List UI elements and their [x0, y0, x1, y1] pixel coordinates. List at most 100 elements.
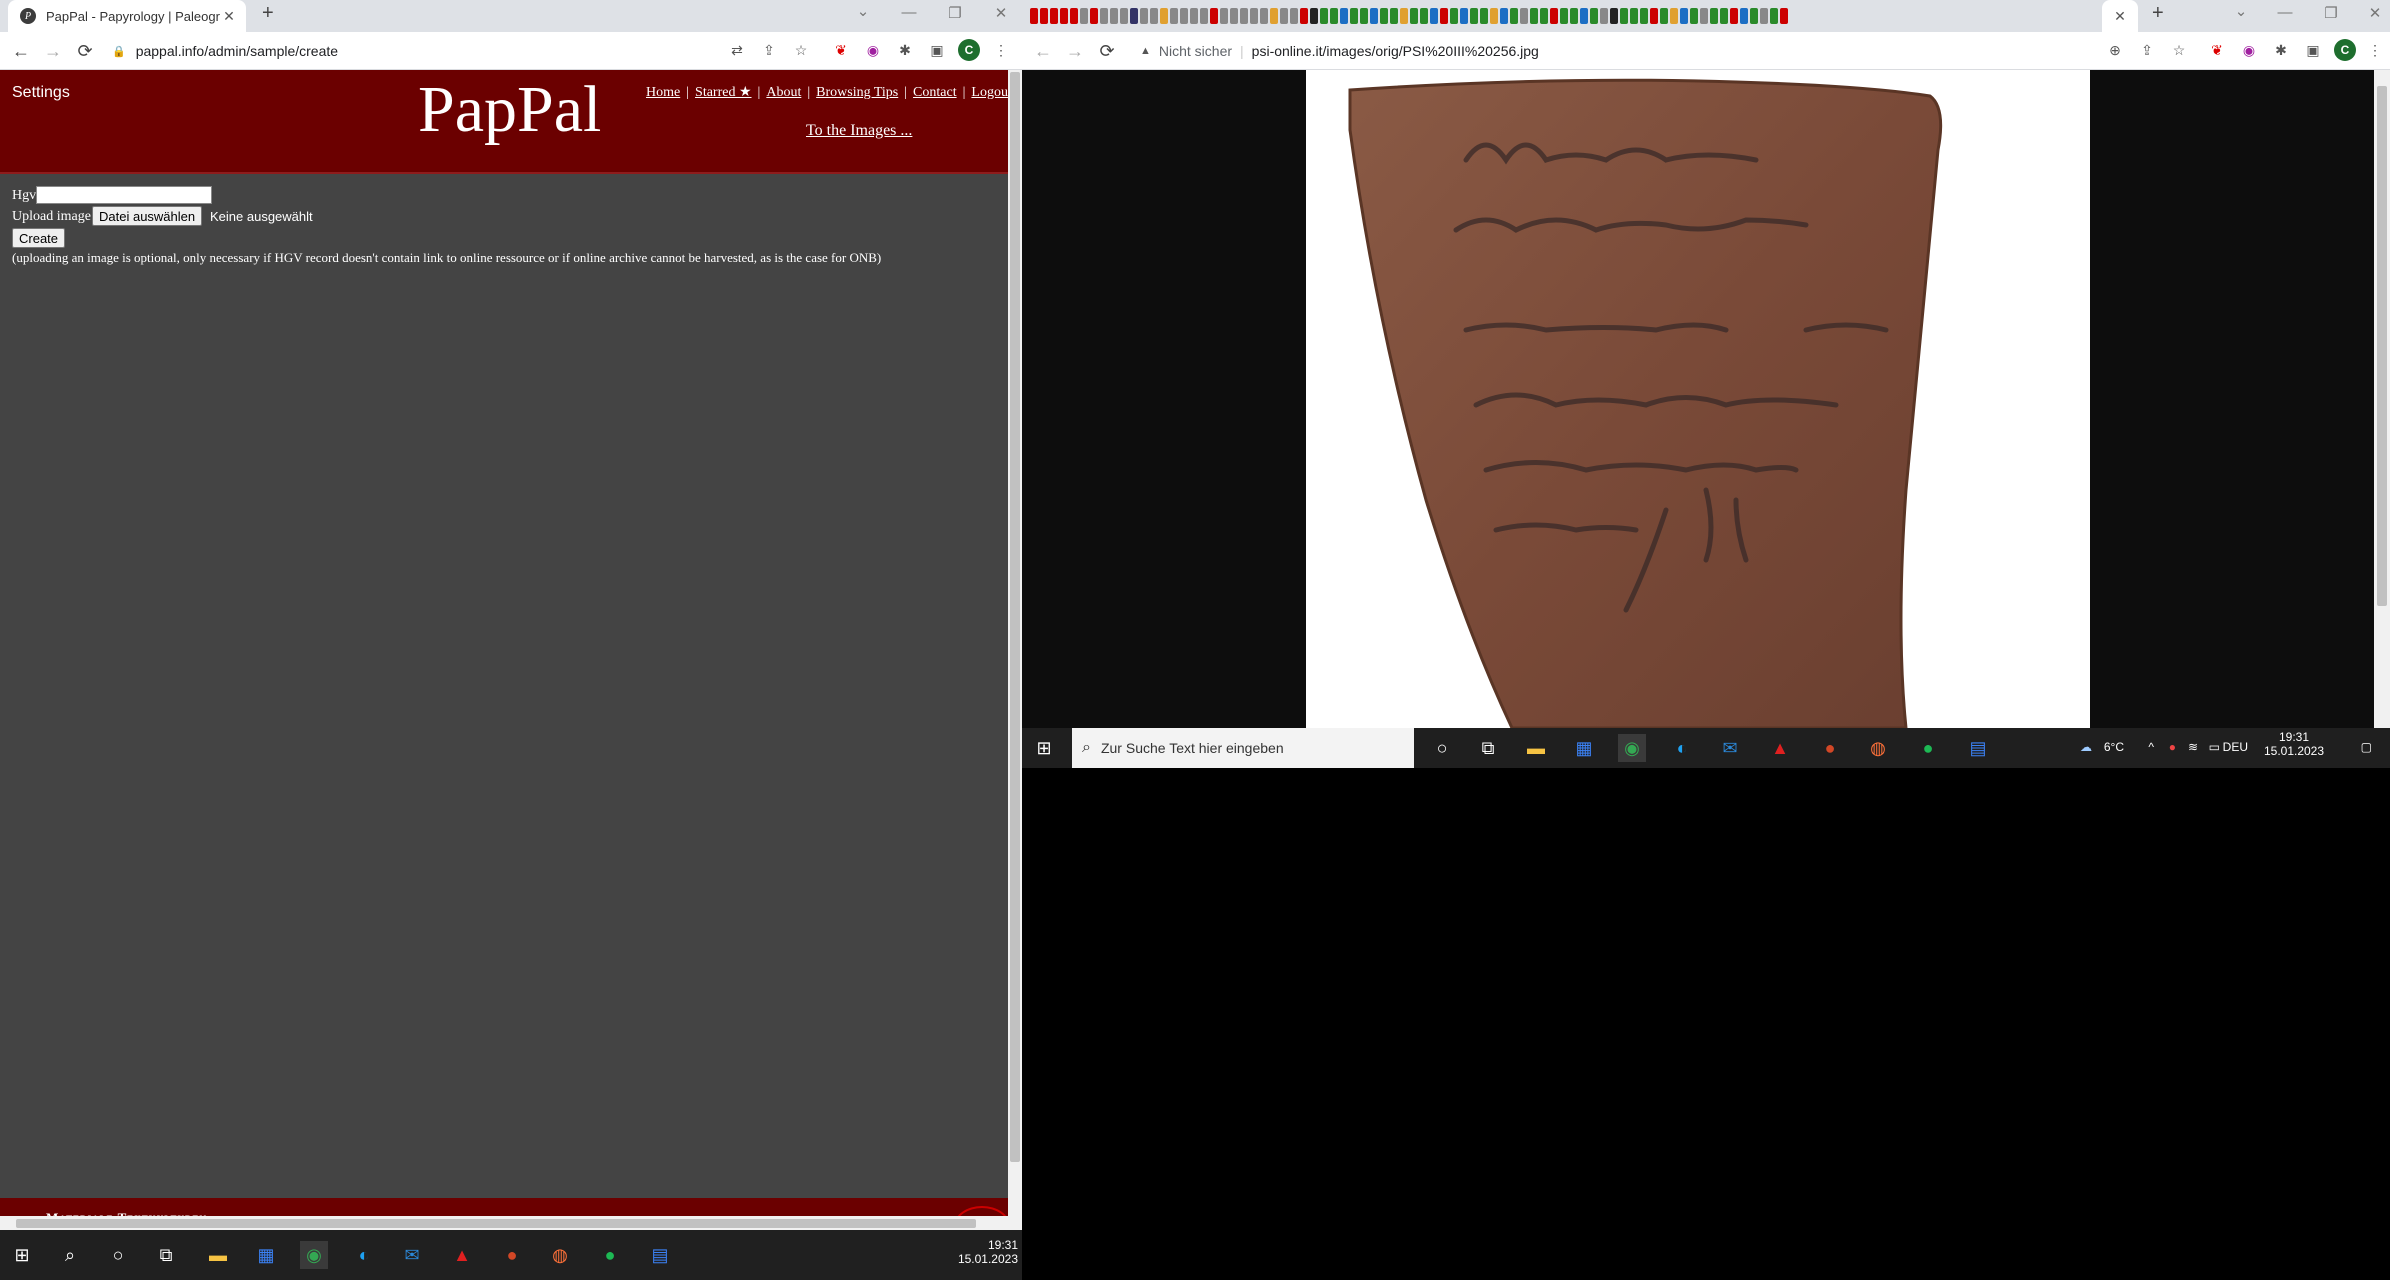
nav-logout[interactable]: Logou: [971, 85, 1008, 100]
create-button[interactable]: Create: [12, 228, 66, 248]
taskbar-search-icon[interactable]: ⌕: [56, 1241, 84, 1269]
tray-chevron-icon[interactable]: ^: [2140, 740, 2154, 754]
store-icon[interactable]: ▦: [252, 1241, 280, 1269]
forward-icon[interactable]: →: [40, 38, 66, 64]
battery-icon[interactable]: ▭: [2202, 740, 2220, 754]
window-close-icon[interactable]: ✕: [988, 4, 1014, 22]
tab-search-chevron-icon[interactable]: ⌄: [850, 2, 876, 20]
profile-avatar[interactable]: C: [958, 39, 980, 61]
nav-about[interactable]: About: [766, 85, 801, 100]
right-edge-icon[interactable]: ◐: [1668, 734, 1696, 762]
right-new-tab-icon[interactable]: +: [2152, 2, 2164, 25]
right-photos-icon[interactable]: ▤: [1964, 734, 1992, 762]
photos-icon[interactable]: ▤: [646, 1241, 674, 1269]
right-window-close-icon[interactable]: ✕: [2362, 4, 2388, 22]
network-icon[interactable]: ≋: [2182, 740, 2198, 754]
tray-app-icon[interactable]: ●: [2160, 740, 2176, 754]
right-chrome-icon[interactable]: ◉: [1618, 734, 1646, 762]
right-spotify-icon[interactable]: ●: [1914, 734, 1942, 762]
restore-icon[interactable]: ❐: [942, 4, 968, 22]
firefox-icon[interactable]: ◍: [546, 1241, 574, 1269]
reload-icon[interactable]: ⟳: [72, 38, 98, 64]
right-address-text: psi-online.it/images/orig/PSI%20III%2025…: [1251, 43, 1539, 59]
acrobat-icon[interactable]: ▲: [448, 1241, 476, 1269]
nav-starred[interactable]: Starred ★: [695, 85, 751, 100]
extension-red-icon[interactable]: ❦: [830, 39, 852, 61]
right-share-icon[interactable]: ⇪: [2136, 39, 2158, 61]
left-clock[interactable]: 19:31 15.01.2023: [940, 1238, 1018, 1266]
ostracon-image[interactable]: [1306, 70, 2090, 728]
address-bar[interactable]: 🔒 pappal.info/admin/sample/create: [112, 37, 712, 65]
right-restore-icon[interactable]: ❐: [2318, 4, 2344, 22]
active-tab[interactable]: ✕: [2102, 0, 2138, 32]
right-extension-red-icon[interactable]: ❦: [2206, 39, 2228, 61]
right-extensions-puzzle-icon[interactable]: ✱: [2270, 39, 2292, 61]
menu-dots-icon[interactable]: ⋮: [990, 39, 1012, 61]
right-mail-icon[interactable]: ✉: [1716, 734, 1744, 762]
pinned-tabs-strip[interactable]: [1030, 8, 2120, 26]
spotify-icon[interactable]: ●: [596, 1241, 624, 1269]
vertical-scroll-thumb[interactable]: [1010, 72, 1020, 1162]
choose-file-button[interactable]: Datei auswählen: [92, 206, 203, 226]
nav-home[interactable]: Home: [646, 85, 680, 100]
nav-browsing-tips[interactable]: Browsing Tips: [816, 85, 898, 100]
security-status[interactable]: Nicht sicher: [1159, 43, 1232, 59]
hgv-input[interactable]: [36, 186, 212, 204]
right-acrobat-icon[interactable]: ▲: [1766, 734, 1794, 762]
powerpoint-icon[interactable]: ●: [498, 1241, 526, 1269]
right-back-icon[interactable]: ←: [1030, 38, 1056, 64]
zoom-icon[interactable]: ⊕: [2104, 39, 2126, 61]
nav-contact[interactable]: Contact: [913, 85, 957, 100]
file-explorer-icon[interactable]: ▬: [204, 1241, 232, 1269]
right-menu-dots-icon[interactable]: ⋮: [2364, 39, 2386, 61]
right-powerpoint-icon[interactable]: ●: [1816, 734, 1844, 762]
tab-pappal[interactable]: P PapPal - Papyrology | Paleograph ✕: [8, 0, 246, 32]
right-cortana-icon[interactable]: ○: [1428, 734, 1456, 762]
task-view-icon[interactable]: ⧉: [152, 1241, 180, 1269]
weather-temp[interactable]: 6°C: [2094, 740, 2124, 754]
right-minimize-icon[interactable]: —: [2272, 4, 2298, 21]
tab-close-icon[interactable]: ✕: [220, 7, 238, 25]
to-images-link[interactable]: To the Images ...: [806, 122, 912, 140]
extension-purple-icon[interactable]: ◉: [862, 39, 884, 61]
right-task-view-icon[interactable]: ⧉: [1474, 734, 1502, 762]
translate-icon[interactable]: ⇄: [726, 39, 748, 61]
edge-icon[interactable]: ◐: [350, 1241, 378, 1269]
right-bookmark-star-icon[interactable]: ☆: [2168, 39, 2190, 61]
right-side-panel-icon[interactable]: ▣: [2302, 39, 2324, 61]
site-logo[interactable]: PapPal: [418, 72, 601, 148]
notifications-icon[interactable]: ▢: [2352, 740, 2372, 754]
new-tab-icon[interactable]: +: [262, 2, 274, 25]
right-firefox-icon[interactable]: ◍: [1864, 734, 1892, 762]
right-profile-avatar[interactable]: C: [2334, 39, 2356, 61]
right-reload-icon[interactable]: ⟳: [1094, 38, 1120, 64]
right-windows-start-icon[interactable]: ⊞: [1030, 734, 1058, 762]
right-extension-purple-icon[interactable]: ◉: [2238, 39, 2260, 61]
taskbar-search-box[interactable]: ⌕ Zur Suche Text hier eingeben: [1072, 728, 1414, 768]
mail-icon[interactable]: ✉: [398, 1241, 426, 1269]
right-tab-search-chevron-icon[interactable]: ⌄: [2228, 2, 2254, 20]
horizontal-scroll-thumb[interactable]: [16, 1219, 976, 1228]
extensions-puzzle-icon[interactable]: ✱: [894, 39, 916, 61]
right-address-bar[interactable]: ▲ Nicht sicher | psi-online.it/images/or…: [1140, 37, 1940, 65]
cortana-icon[interactable]: ○: [104, 1241, 132, 1269]
bookmark-star-icon[interactable]: ☆: [790, 39, 812, 61]
windows-start-icon[interactable]: ⊞: [8, 1241, 36, 1269]
right-clock[interactable]: 19:31 15.01.2023: [2262, 730, 2326, 758]
ostracon-photo: [1348, 78, 1943, 728]
language-indicator[interactable]: DEU: [2222, 740, 2248, 754]
screen: P PapPal - Papyrology | Paleograph ✕ + ⌄…: [0, 0, 2390, 1280]
active-tab-close-icon[interactable]: ✕: [2102, 0, 2138, 32]
right-file-explorer-icon[interactable]: ▬: [1522, 734, 1550, 762]
share-icon[interactable]: ⇪: [758, 39, 780, 61]
settings-link[interactable]: Settings: [12, 84, 70, 102]
taskbar-search-placeholder: Zur Suche Text hier eingeben: [1100, 740, 1284, 756]
back-icon[interactable]: ←: [8, 38, 34, 64]
minimize-icon[interactable]: —: [896, 4, 922, 21]
right-forward-icon[interactable]: →: [1062, 38, 1088, 64]
right-vertical-scroll-thumb[interactable]: [2377, 86, 2387, 606]
right-store-icon[interactable]: ▦: [1570, 734, 1598, 762]
site-banner: Settings PapPal Home | Starred ★ | About | Bro…: [0, 70, 1008, 174]
side-panel-icon[interactable]: ▣: [926, 39, 948, 61]
chrome-icon[interactable]: ◉: [300, 1241, 328, 1269]
